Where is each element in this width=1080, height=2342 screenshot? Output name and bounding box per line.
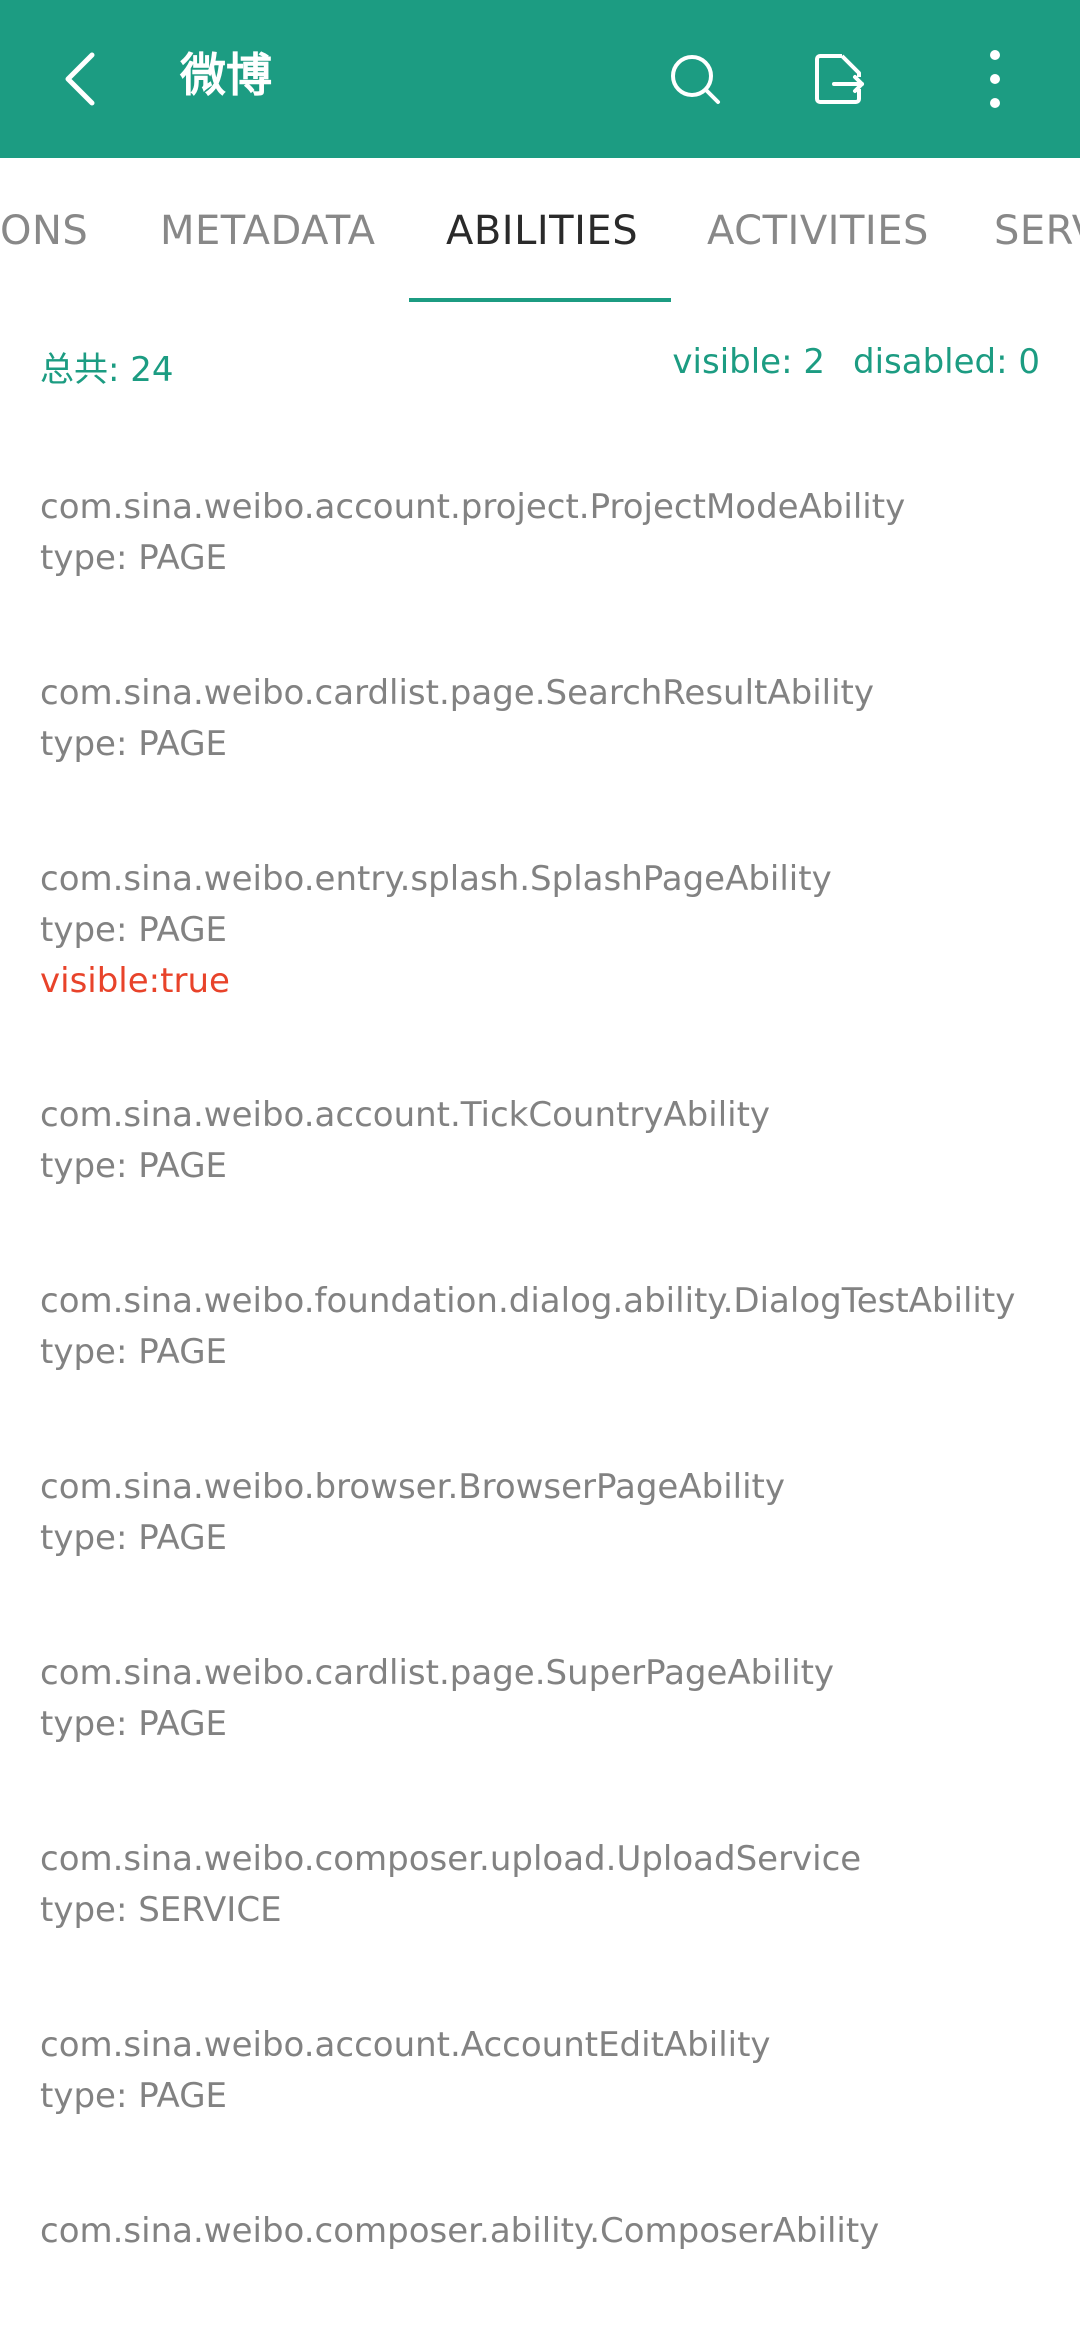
app-bar: 微博 [0, 0, 1080, 158]
ability-name: com.sina.weibo.foundation.dialog.ability… [40, 1281, 1016, 1321]
list-item[interactable]: com.sina.weibo.account.project.ProjectMo… [0, 432, 1080, 618]
ability-type: type: PAGE [40, 1704, 228, 1744]
ability-type: type: PAGE [40, 1518, 228, 1558]
ability-type: type: PAGE [40, 910, 228, 950]
app-title: 微博 [180, 48, 272, 102]
ability-name: com.sina.weibo.account.AccountEditAbilit… [40, 2025, 771, 2065]
list-item[interactable]: com.sina.weibo.cardlist.page.SearchResul… [0, 618, 1080, 804]
list-item[interactable]: com.sina.weibo.account.AccountEditAbilit… [0, 1970, 1080, 2156]
tab-services[interactable]: SERV [994, 158, 1080, 302]
disabled-count: disabled: 0 [853, 342, 1040, 382]
ability-list: com.sina.weibo.account.project.ProjectMo… [0, 432, 1080, 2342]
list-item[interactable]: com.sina.weibo.entry.splash.SplashPageAb… [0, 804, 1080, 1040]
ability-type: type: PAGE [40, 1146, 228, 1186]
ability-name: com.sina.weibo.composer.ability.Composer… [40, 2211, 880, 2251]
ability-type: type: PAGE [40, 2076, 228, 2116]
ability-name: com.sina.weibo.browser.BrowserPageAbilit… [40, 1467, 785, 1507]
tab-bar: ONS METADATA ABILITIES ACTIVITIES SERV [0, 158, 1080, 302]
visible-flag: visible:true [40, 961, 230, 1001]
back-arrow-icon[interactable] [40, 0, 120, 158]
ability-name: com.sina.weibo.cardlist.page.SuperPageAb… [40, 1653, 835, 1693]
export-icon[interactable] [800, 0, 880, 158]
list-item[interactable]: com.sina.weibo.account.TickCountryAbilit… [0, 1040, 1080, 1226]
list-item[interactable]: com.sina.weibo.foundation.dialog.ability… [0, 1226, 1080, 1412]
ability-name: com.sina.weibo.entry.splash.SplashPageAb… [40, 859, 832, 899]
ability-name: com.sina.weibo.account.project.ProjectMo… [40, 487, 906, 527]
list-item[interactable]: com.sina.weibo.browser.BrowserPageAbilit… [0, 1412, 1080, 1598]
ability-type: type: PAGE [40, 1332, 228, 1372]
list-item[interactable]: com.sina.weibo.composer.ability.Composer… [0, 2156, 1080, 2342]
tab-activities[interactable]: ACTIVITIES [707, 158, 929, 302]
list-item[interactable]: com.sina.weibo.composer.upload.UploadSer… [0, 1784, 1080, 1970]
search-icon[interactable] [655, 0, 735, 158]
tab-abilities[interactable]: ABILITIES [446, 158, 638, 302]
list-item[interactable]: com.sina.weibo.cardlist.page.SuperPageAb… [0, 1598, 1080, 1784]
ability-name: com.sina.weibo.composer.upload.UploadSer… [40, 1839, 862, 1879]
summary-row: 总共: 24 visible: 2 disabled: 0 [0, 302, 1080, 432]
ability-type: type: SERVICE [40, 1890, 282, 1930]
more-vert-icon[interactable] [955, 0, 1035, 158]
ability-type: type: PAGE [40, 724, 228, 764]
status-counts: visible: 2 disabled: 0 [672, 342, 1040, 382]
visible-count: visible: 2 [672, 342, 825, 382]
ability-name: com.sina.weibo.cardlist.page.SearchResul… [40, 673, 874, 713]
total-count: 总共: 24 [40, 350, 174, 390]
tab-metadata[interactable]: METADATA [160, 158, 376, 302]
tab-permissions[interactable]: ONS [0, 158, 88, 302]
ability-type: type: PAGE [40, 538, 228, 578]
ability-name: com.sina.weibo.account.TickCountryAbilit… [40, 1095, 771, 1135]
